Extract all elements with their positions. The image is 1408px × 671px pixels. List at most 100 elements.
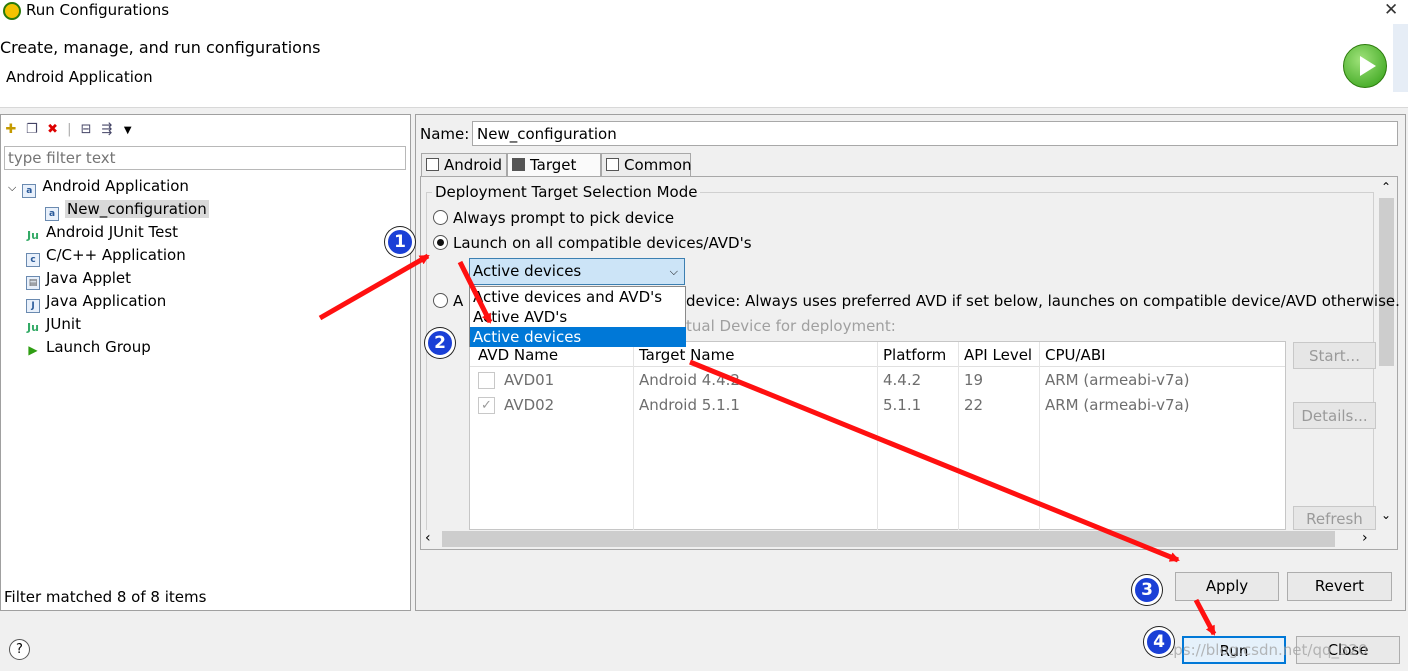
- dropdown-option-active-devices[interactable]: Active devices: [470, 327, 686, 347]
- configuration-tree-panel: ✚ ❐ ✖ | ⊟ ⇶ ▼ ⌵ a Android Application a New…: [0, 114, 411, 611]
- tree-item-label: New_configuration: [65, 200, 209, 218]
- tree-item-java-application[interactable]: J Java Application: [26, 290, 167, 313]
- refresh-button[interactable]: Refresh: [1293, 506, 1376, 530]
- table-row[interactable]: AVD01 Android 4.4.2 4.4.2 19 ARM (armeab…: [470, 368, 1285, 393]
- deployment-group-title: Deployment Target Selection Mode: [432, 183, 701, 201]
- delete-icon[interactable]: ✖: [45, 122, 61, 138]
- android-tab-icon: [426, 158, 439, 171]
- tree-item-label: Launch Group: [46, 338, 151, 356]
- cell-target-name: Android 5.1.1: [639, 396, 740, 414]
- details-button[interactable]: Details...: [1293, 402, 1376, 429]
- tree-item-launch-group[interactable]: ▶ Launch Group: [26, 336, 151, 358]
- radio-label: Always prompt to pick device: [453, 209, 675, 227]
- scroll-thumb-horizontal[interactable]: [442, 531, 1335, 547]
- tree-item-new-configuration[interactable]: a New_configuration: [45, 198, 209, 221]
- apply-button[interactable]: Apply: [1175, 572, 1279, 601]
- annotation-badge-4: 4: [1144, 627, 1174, 657]
- junit-icon: Ju: [27, 321, 39, 334]
- radio-button[interactable]: [433, 235, 448, 250]
- duplicate-icon[interactable]: ❐: [24, 122, 40, 138]
- cell-platform: 4.4.2: [883, 371, 922, 389]
- tree-item-cpp-application[interactable]: c C/C++ Application: [26, 244, 186, 267]
- cell-avd-name: AVD01: [504, 371, 555, 389]
- header-title: Create, manage, and run configurations: [0, 38, 321, 57]
- radio-auto-label: device: Always uses preferred AVD if set…: [686, 292, 1400, 310]
- device-dropdown-list: Active devices and AVD's Active AVD's Ac…: [469, 286, 686, 347]
- radio-button[interactable]: [433, 210, 448, 225]
- tab-common[interactable]: Common: [601, 153, 692, 177]
- tree-item-label: Android JUnit Test: [46, 223, 179, 241]
- tree-item-android-junit-test[interactable]: Ju Android JUnit Test: [26, 221, 178, 243]
- window-title: Run Configurations: [26, 1, 170, 19]
- header-gradient: [1393, 24, 1408, 92]
- cell-cpu-abi: ARM (armeabi-v7a): [1045, 396, 1190, 414]
- filter-icon[interactable]: ⇶: [99, 122, 115, 138]
- junit-icon: Ju: [27, 229, 39, 242]
- filter-status: Filter matched 8 of 8 items: [4, 588, 207, 606]
- dropdown-option-avds[interactable]: Active AVD's: [470, 307, 686, 327]
- name-label: Name:: [420, 125, 470, 143]
- radio-auto-select[interactable]: A: [433, 292, 463, 310]
- radio-button[interactable]: [433, 293, 448, 308]
- java-app-icon: J: [26, 299, 40, 313]
- radio-launch-all[interactable]: Launch on all compatible devices/AVD's: [433, 234, 752, 252]
- scroll-right-icon[interactable]: ›: [1362, 530, 1368, 546]
- table-row[interactable]: ✓ AVD02 Android 5.1.1 5.1.1 22 ARM (arme…: [470, 393, 1285, 418]
- column-header-avd-name[interactable]: AVD Name: [478, 346, 558, 364]
- row-checkbox[interactable]: ✓: [478, 397, 495, 414]
- horizontal-scrollbar[interactable]: ‹ ›: [422, 530, 1378, 548]
- scroll-down-icon[interactable]: ⌄: [1381, 508, 1391, 522]
- tab-label: Android: [444, 156, 502, 174]
- config-icon: a: [45, 207, 59, 221]
- target-tab-icon: [512, 158, 525, 171]
- row-checkbox[interactable]: [478, 372, 495, 389]
- new-config-icon[interactable]: ✚: [3, 122, 19, 138]
- column-header-platform[interactable]: Platform: [883, 346, 946, 364]
- scroll-thumb[interactable]: [1379, 198, 1394, 366]
- annotation-badge-3: 3: [1132, 575, 1162, 605]
- tree-item-android-application[interactable]: ⌵ a Android Application: [8, 175, 189, 198]
- cell-api-level: 22: [964, 396, 984, 414]
- tab-android[interactable]: Android: [421, 153, 507, 177]
- tree-item-label: Android Application: [42, 177, 189, 195]
- column-header-cpu-abi[interactable]: CPU/ABI: [1045, 346, 1106, 364]
- cell-cpu-abi: ARM (armeabi-v7a): [1045, 371, 1190, 389]
- vertical-scrollbar[interactable]: ⌃ ⌄: [1378, 178, 1395, 530]
- tab-label: Target: [530, 156, 577, 174]
- tab-target[interactable]: Target: [507, 153, 601, 177]
- tab-label: Common: [624, 156, 692, 174]
- tree-item-java-applet[interactable]: ▤ Java Applet: [26, 267, 131, 290]
- scroll-up-icon[interactable]: ⌃: [1381, 180, 1391, 194]
- eclipse-icon: [3, 2, 21, 20]
- android-app-icon: a: [22, 184, 37, 198]
- tree-item-label: JUnit: [46, 315, 81, 333]
- avd-hint: tual Device for deployment:: [686, 317, 896, 335]
- tree-toolbar: ✚ ❐ ✖ | ⊟ ⇶ ▼: [3, 119, 163, 137]
- column-header-api-level[interactable]: API Level: [964, 346, 1032, 364]
- name-field[interactable]: [472, 121, 1398, 146]
- revert-button[interactable]: Revert: [1287, 572, 1392, 601]
- tree-item-label: Java Application: [46, 292, 167, 310]
- header-subtitle: Android Application: [6, 68, 153, 86]
- watermark: https://blog.csdn.net/qq_320: [1152, 641, 1368, 659]
- device-combo[interactable]: Active devices ⌵: [469, 258, 685, 285]
- chevron-down-icon[interactable]: ▼: [120, 123, 136, 139]
- column-header-target-name[interactable]: Target Name: [639, 346, 734, 364]
- close-window-icon[interactable]: ✕: [1384, 0, 1398, 20]
- avd-table: AVD Name Target Name Platform API Level …: [469, 341, 1286, 530]
- tree-item-junit[interactable]: Ju JUnit: [26, 313, 81, 335]
- scroll-left-icon[interactable]: ‹: [425, 530, 431, 546]
- filter-input[interactable]: [4, 146, 406, 170]
- common-tab-icon: [606, 158, 619, 171]
- cell-api-level: 19: [964, 371, 984, 389]
- help-icon[interactable]: ?: [9, 639, 30, 660]
- collapse-all-icon[interactable]: ⊟: [78, 122, 94, 138]
- dropdown-option-devices-and-avds[interactable]: Active devices and AVD's: [470, 287, 686, 307]
- expand-chevron-icon[interactable]: ⌵: [8, 181, 16, 194]
- start-button[interactable]: Start...: [1293, 342, 1376, 369]
- radio-label-prefix: A: [453, 292, 464, 310]
- cell-target-name: Android 4.4.2: [639, 371, 740, 389]
- radio-always-prompt[interactable]: Always prompt to pick device: [433, 209, 674, 227]
- cell-avd-name: AVD02: [504, 396, 555, 414]
- chevron-down-icon: ⌵: [669, 265, 678, 278]
